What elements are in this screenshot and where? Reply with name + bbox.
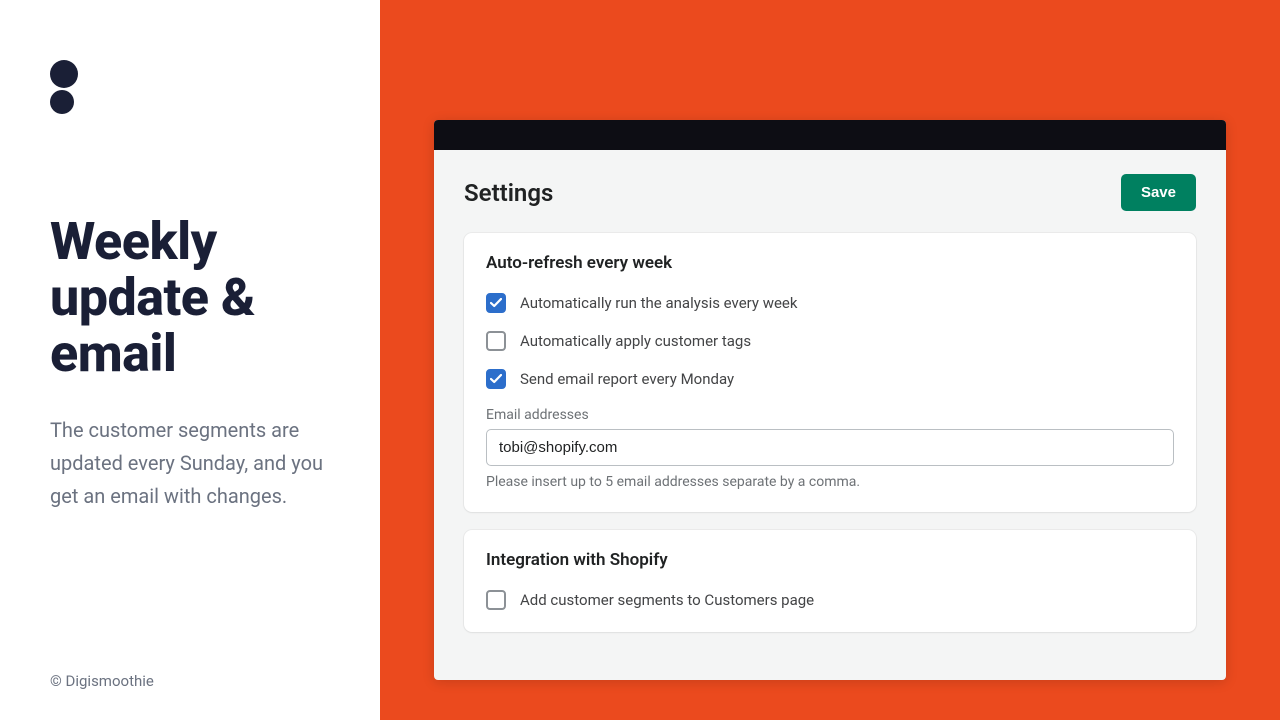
checkbox-add-segments[interactable] bbox=[486, 590, 506, 610]
check-icon bbox=[490, 298, 502, 308]
checkbox-run-analysis[interactable] bbox=[486, 293, 506, 313]
checkbox-email-report[interactable] bbox=[486, 369, 506, 389]
email-field-label: Email addresses bbox=[486, 407, 1174, 423]
headline: Weekly update & email bbox=[50, 214, 330, 382]
email-input[interactable] bbox=[486, 429, 1174, 466]
window-topbar bbox=[434, 120, 1226, 150]
save-button[interactable]: Save bbox=[1121, 174, 1196, 211]
checkbox-label: Automatically apply customer tags bbox=[520, 332, 751, 350]
check-icon bbox=[490, 374, 502, 384]
page-title: Settings bbox=[464, 179, 553, 207]
card-title-auto-refresh: Auto-refresh every week bbox=[486, 253, 1174, 273]
app-window: Settings Save Auto-refresh every week Au… bbox=[434, 120, 1226, 680]
checkbox-label: Automatically run the analysis every wee… bbox=[520, 294, 797, 312]
checkbox-label: Add customer segments to Customers page bbox=[520, 591, 814, 609]
headline-description: The customer segments are updated every … bbox=[50, 414, 330, 513]
logo-icon bbox=[50, 60, 330, 114]
email-help-text: Please insert up to 5 email addresses se… bbox=[486, 474, 1174, 490]
copyright: © Digismoothie bbox=[50, 672, 154, 690]
checkbox-apply-tags[interactable] bbox=[486, 331, 506, 351]
card-title-integration: Integration with Shopify bbox=[486, 550, 1174, 570]
card-integration: Integration with Shopify Add customer se… bbox=[464, 530, 1196, 632]
card-auto-refresh: Auto-refresh every week Automatically ru… bbox=[464, 233, 1196, 512]
checkbox-label: Send email report every Monday bbox=[520, 370, 734, 388]
